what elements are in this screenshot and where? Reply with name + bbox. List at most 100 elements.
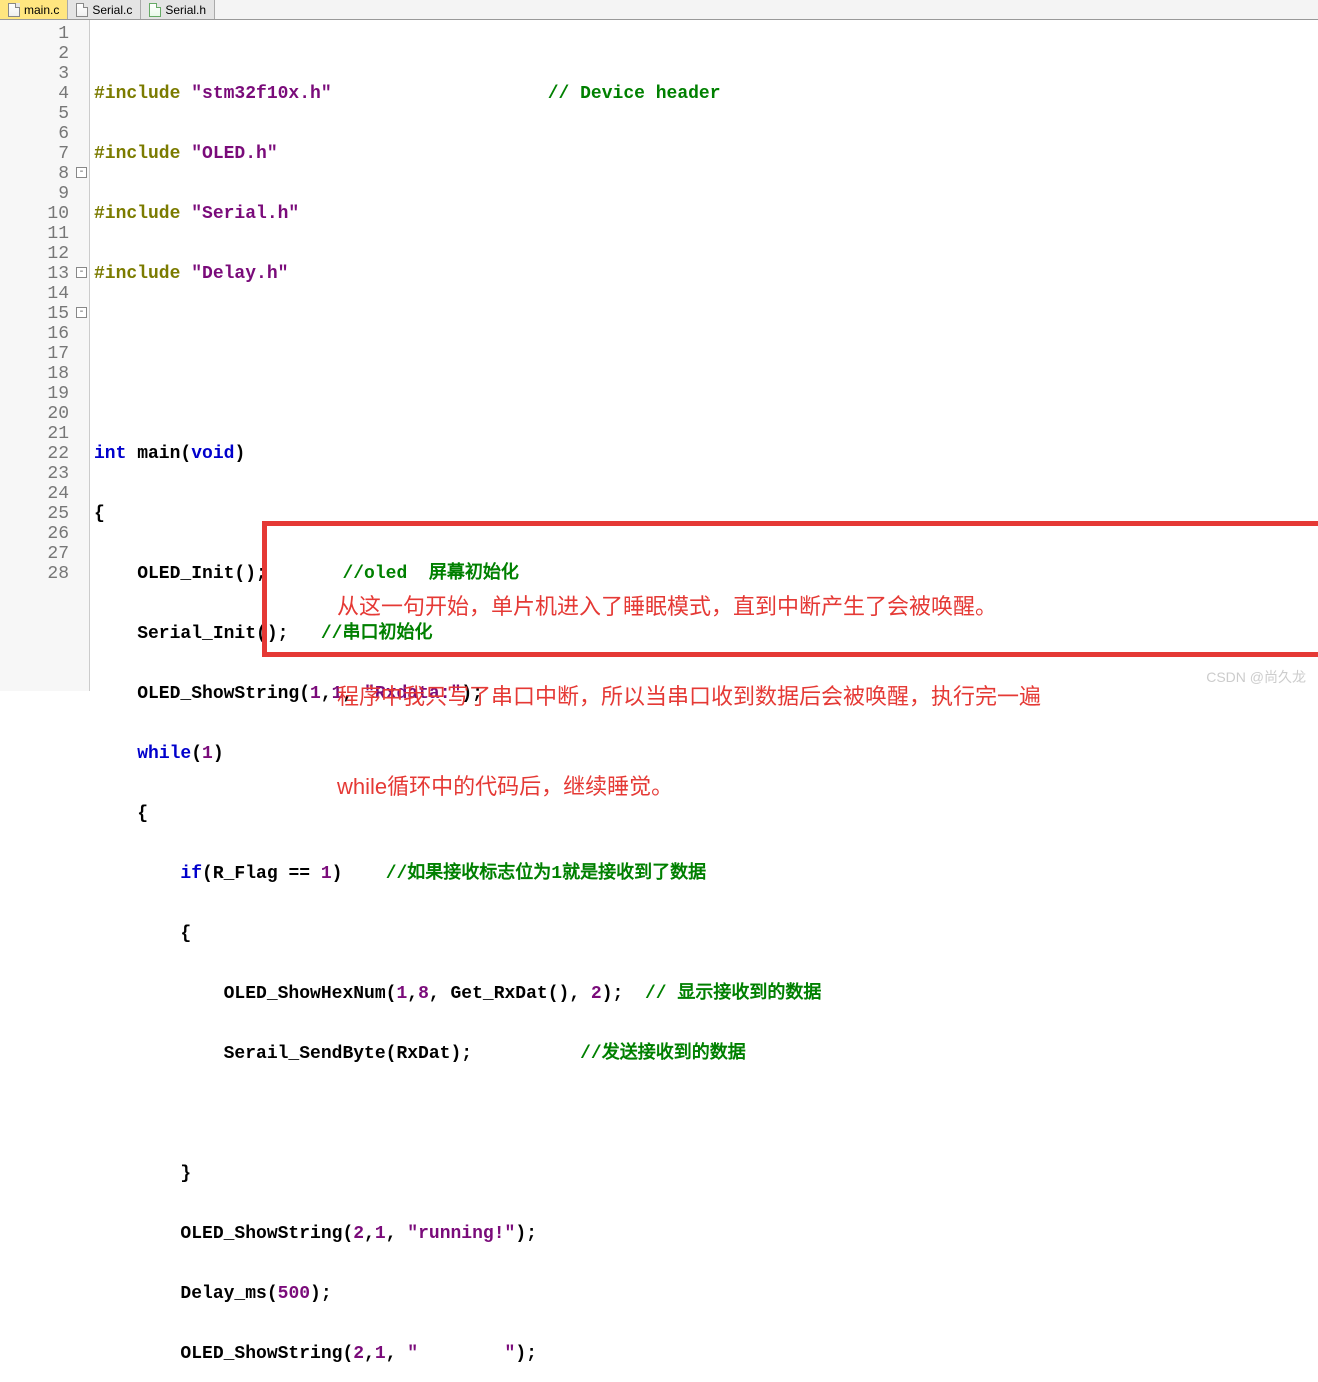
keyword: int xyxy=(94,444,126,464)
line-number: 10 xyxy=(0,204,89,224)
annotation-callout: 从这一句开始，单片机进入了睡眠模式，直到中断产生了会被唤醒。 程序中我只写了串口… xyxy=(262,521,1318,657)
code-text: Delay_ms( xyxy=(94,1284,278,1304)
file-icon xyxy=(8,3,20,17)
callout-line: 程序中我只写了串口中断，所以当串口收到数据后会被唤醒，执行完一遍 xyxy=(337,682,1318,712)
line-number: 15- xyxy=(0,304,89,324)
line-number: 12 xyxy=(0,244,89,264)
line-number: 25 xyxy=(0,504,89,524)
number: 500 xyxy=(278,1284,310,1304)
code-text: ( xyxy=(191,744,202,764)
fold-toggle-icon[interactable]: - xyxy=(76,267,87,278)
string: " " xyxy=(407,1344,515,1364)
code-text: main( xyxy=(126,444,191,464)
code-text: ); xyxy=(515,1224,537,1244)
tab-Serial-h[interactable]: Serial.h xyxy=(141,0,215,19)
line-number: 13- xyxy=(0,264,89,284)
include-path: "Delay.h" xyxy=(191,264,288,284)
file-icon xyxy=(149,3,161,17)
code-text: { xyxy=(94,804,148,824)
line-number: 1 xyxy=(0,24,89,44)
tab-bar: main.c Serial.c Serial.h xyxy=(0,0,1318,20)
line-number: 24 xyxy=(0,484,89,504)
line-number: 26 xyxy=(0,524,89,544)
line-number: 14 xyxy=(0,284,89,304)
line-number: 19 xyxy=(0,384,89,404)
preproc: #include xyxy=(94,204,191,224)
tab-label: Serial.c xyxy=(92,3,132,17)
code-text: ) xyxy=(234,444,245,464)
pad xyxy=(332,84,548,104)
editor: 12345678-910111213-1415-1617181920212223… xyxy=(0,20,1318,691)
code-text: OLED_ShowString( xyxy=(94,1344,353,1364)
code-text: ) xyxy=(332,864,386,884)
line-number: 7 xyxy=(0,144,89,164)
code-text: , xyxy=(386,1224,408,1244)
preproc: #include xyxy=(94,84,191,104)
line-number: 23 xyxy=(0,464,89,484)
line-number: 20 xyxy=(0,404,89,424)
code-text: { xyxy=(94,504,105,524)
code-text: { xyxy=(94,924,191,944)
number: 1 xyxy=(202,744,213,764)
number: 8 xyxy=(418,984,429,1004)
comment: //如果接收标志位为1就是接收到了数据 xyxy=(386,864,706,884)
code-area[interactable]: #include "stm32f10x.h" // Device header … xyxy=(90,20,1318,691)
comment: //发送接收到的数据 xyxy=(580,1044,746,1064)
code-text: } xyxy=(94,1164,191,1184)
code-text xyxy=(94,744,137,764)
keyword: while xyxy=(137,744,191,764)
number: 2 xyxy=(353,1344,364,1364)
code-text: , xyxy=(407,984,418,1004)
line-number: 9 xyxy=(0,184,89,204)
line-number: 8- xyxy=(0,164,89,184)
code-text: ); xyxy=(515,1344,537,1364)
include-path: "stm32f10x.h" xyxy=(191,84,331,104)
line-number: 21 xyxy=(0,424,89,444)
number: 2 xyxy=(353,1224,364,1244)
number: 1 xyxy=(375,1224,386,1244)
include-path: "Serial.h" xyxy=(191,204,299,224)
keyword: void xyxy=(191,444,234,464)
callout-line: while循环中的代码后，继续睡觉。 xyxy=(337,772,1318,802)
line-number: 2 xyxy=(0,44,89,64)
watermark: CSDN @尚久龙 xyxy=(1206,667,1306,687)
code-text: ); xyxy=(602,984,645,1004)
tab-main-c[interactable]: main.c xyxy=(0,0,68,19)
line-number: 6 xyxy=(0,124,89,144)
line-number: 27 xyxy=(0,544,89,564)
line-number: 28 xyxy=(0,564,89,584)
tab-label: main.c xyxy=(24,3,59,17)
code-text: , xyxy=(321,684,332,704)
number: 1 xyxy=(396,984,407,1004)
code-text: OLED_ShowString( xyxy=(94,684,310,704)
callout-line: 从这一句开始，单片机进入了睡眠模式，直到中断产生了会被唤醒。 xyxy=(337,592,1318,622)
number: 1 xyxy=(375,1344,386,1364)
fold-toggle-icon[interactable]: - xyxy=(76,307,87,318)
code-text: , Get_RxDat(), xyxy=(429,984,591,1004)
preproc: #include xyxy=(94,144,191,164)
line-number: 5 xyxy=(0,104,89,124)
line-number-gutter: 12345678-910111213-1415-1617181920212223… xyxy=(0,20,90,691)
string: "running!" xyxy=(407,1224,515,1244)
fold-toggle-icon[interactable]: - xyxy=(76,167,87,178)
code-text: , xyxy=(386,1344,408,1364)
code-text: (R_Flag == xyxy=(202,864,321,884)
number: 1 xyxy=(310,684,321,704)
comment: // 显示接收到的数据 xyxy=(645,984,821,1004)
line-number: 4 xyxy=(0,84,89,104)
code-text xyxy=(94,864,180,884)
comment: // Device header xyxy=(548,84,721,104)
line-number: 17 xyxy=(0,344,89,364)
code-text: , xyxy=(364,1224,375,1244)
line-number: 18 xyxy=(0,364,89,384)
keyword: if xyxy=(180,864,202,884)
code-text: OLED_ShowHexNum( xyxy=(94,984,396,1004)
code-text: OLED_ShowString( xyxy=(94,1224,353,1244)
file-icon xyxy=(76,3,88,17)
tab-Serial-c[interactable]: Serial.c xyxy=(68,0,141,19)
line-number: 22 xyxy=(0,444,89,464)
code-text: ); xyxy=(310,1284,332,1304)
preproc: #include xyxy=(94,264,191,284)
line-number: 16 xyxy=(0,324,89,344)
code-text: , xyxy=(364,1344,375,1364)
